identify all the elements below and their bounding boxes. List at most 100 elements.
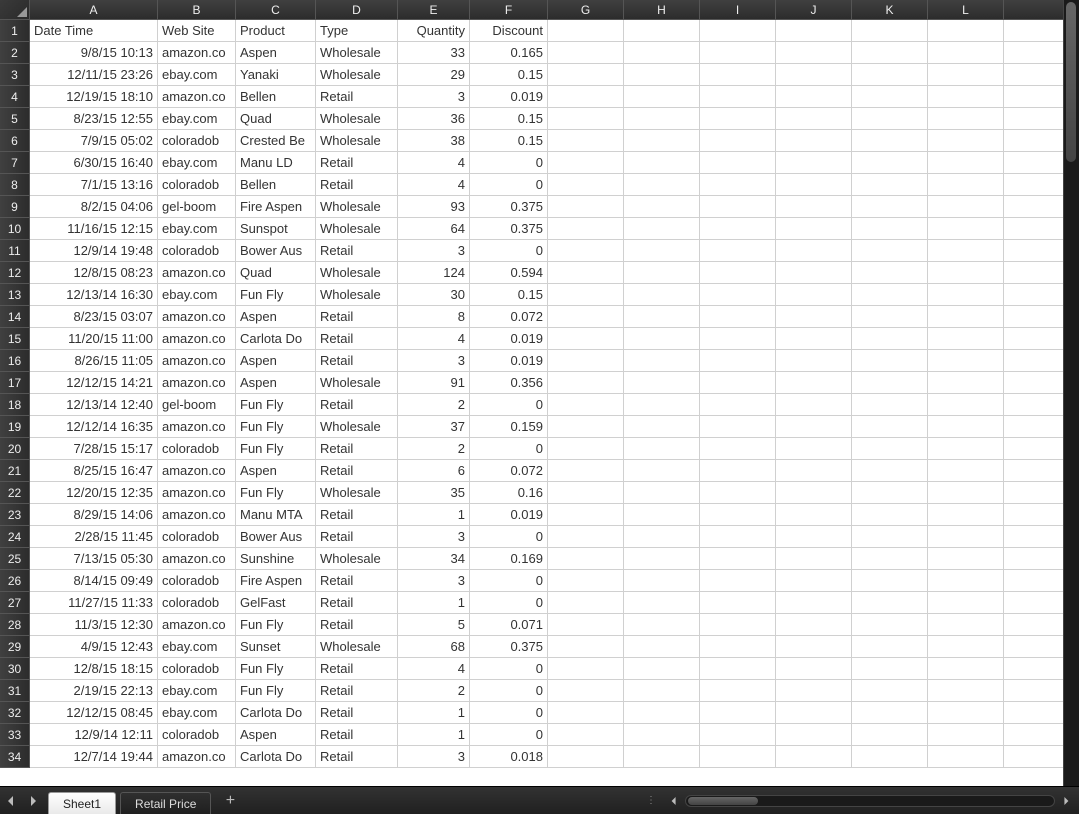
- cell-G1[interactable]: [548, 20, 624, 41]
- cell-C23[interactable]: Manu MTA: [236, 504, 316, 525]
- cell-J33[interactable]: [776, 724, 852, 745]
- cells-region[interactable]: Date TimeWeb SiteProductTypeQuantityDisc…: [30, 20, 1063, 786]
- vertical-scrollbar-thumb[interactable]: [1066, 2, 1076, 162]
- cell-F11[interactable]: 0: [470, 240, 548, 261]
- cell-H18[interactable]: [624, 394, 700, 415]
- cell-F19[interactable]: 0.159: [470, 416, 548, 437]
- row-header-22[interactable]: 22: [0, 482, 29, 504]
- cell-F31[interactable]: 0: [470, 680, 548, 701]
- cell-K12[interactable]: [852, 262, 928, 283]
- cell-C20[interactable]: Fun Fly: [236, 438, 316, 459]
- cell-H30[interactable]: [624, 658, 700, 679]
- cell-F9[interactable]: 0.375: [470, 196, 548, 217]
- cell-H21[interactable]: [624, 460, 700, 481]
- row-header-15[interactable]: 15: [0, 328, 29, 350]
- cell-J20[interactable]: [776, 438, 852, 459]
- cell-B12[interactable]: amazon.co: [158, 262, 236, 283]
- cell-E30[interactable]: 4: [398, 658, 470, 679]
- cell-G12[interactable]: [548, 262, 624, 283]
- horizontal-scrollbar-thumb[interactable]: [688, 797, 758, 805]
- cell-L21[interactable]: [928, 460, 1004, 481]
- cell-K6[interactable]: [852, 130, 928, 151]
- cell-C14[interactable]: Aspen: [236, 306, 316, 327]
- cell-D9[interactable]: Wholesale: [316, 196, 398, 217]
- cell-I23[interactable]: [700, 504, 776, 525]
- cell-D28[interactable]: Retail: [316, 614, 398, 635]
- cell-E25[interactable]: 34: [398, 548, 470, 569]
- cell-J9[interactable]: [776, 196, 852, 217]
- cell-K33[interactable]: [852, 724, 928, 745]
- row-header-30[interactable]: 30: [0, 658, 29, 680]
- cell-A32[interactable]: 12/12/15 08:45: [30, 702, 158, 723]
- cell-H14[interactable]: [624, 306, 700, 327]
- cell-A12[interactable]: 12/8/15 08:23: [30, 262, 158, 283]
- cell-C34[interactable]: Carlota Do: [236, 746, 316, 767]
- cell-F10[interactable]: 0.375: [470, 218, 548, 239]
- horizontal-scrollbar-track[interactable]: [685, 795, 1055, 807]
- column-header-G[interactable]: G: [548, 0, 624, 19]
- cell-E31[interactable]: 2: [398, 680, 470, 701]
- cell-C22[interactable]: Fun Fly: [236, 482, 316, 503]
- cell-J29[interactable]: [776, 636, 852, 657]
- cell-E24[interactable]: 3: [398, 526, 470, 547]
- cell-K24[interactable]: [852, 526, 928, 547]
- cell-D27[interactable]: Retail: [316, 592, 398, 613]
- cell-K13[interactable]: [852, 284, 928, 305]
- cell-A6[interactable]: 7/9/15 05:02: [30, 130, 158, 151]
- cell-L11[interactable]: [928, 240, 1004, 261]
- cell-F26[interactable]: 0: [470, 570, 548, 591]
- cell-L30[interactable]: [928, 658, 1004, 679]
- row-header-23[interactable]: 23: [0, 504, 29, 526]
- cell-L9[interactable]: [928, 196, 1004, 217]
- cell-E21[interactable]: 6: [398, 460, 470, 481]
- cell-E14[interactable]: 8: [398, 306, 470, 327]
- cell-F23[interactable]: 0.019: [470, 504, 548, 525]
- column-header-L[interactable]: L: [928, 0, 1004, 19]
- cell-J23[interactable]: [776, 504, 852, 525]
- cell-B24[interactable]: coloradob: [158, 526, 236, 547]
- cell-J14[interactable]: [776, 306, 852, 327]
- cell-B14[interactable]: amazon.co: [158, 306, 236, 327]
- cell-G5[interactable]: [548, 108, 624, 129]
- row-header-1[interactable]: 1: [0, 20, 29, 42]
- cell-G18[interactable]: [548, 394, 624, 415]
- cell-L26[interactable]: [928, 570, 1004, 591]
- select-all-corner[interactable]: [0, 0, 30, 20]
- cell-F1[interactable]: Discount: [470, 20, 548, 41]
- row-header-9[interactable]: 9: [0, 196, 29, 218]
- cell-E18[interactable]: 2: [398, 394, 470, 415]
- cell-A7[interactable]: 6/30/15 16:40: [30, 152, 158, 173]
- cell-K8[interactable]: [852, 174, 928, 195]
- cell-J22[interactable]: [776, 482, 852, 503]
- cell-E8[interactable]: 4: [398, 174, 470, 195]
- cell-L22[interactable]: [928, 482, 1004, 503]
- column-header-K[interactable]: K: [852, 0, 928, 19]
- cell-K14[interactable]: [852, 306, 928, 327]
- cell-F12[interactable]: 0.594: [470, 262, 548, 283]
- cell-F5[interactable]: 0.15: [470, 108, 548, 129]
- cell-H25[interactable]: [624, 548, 700, 569]
- cell-H27[interactable]: [624, 592, 700, 613]
- cell-L16[interactable]: [928, 350, 1004, 371]
- cell-L32[interactable]: [928, 702, 1004, 723]
- cell-L7[interactable]: [928, 152, 1004, 173]
- cell-K1[interactable]: [852, 20, 928, 41]
- cell-J30[interactable]: [776, 658, 852, 679]
- cell-L18[interactable]: [928, 394, 1004, 415]
- row-header-14[interactable]: 14: [0, 306, 29, 328]
- cell-I21[interactable]: [700, 460, 776, 481]
- cell-H13[interactable]: [624, 284, 700, 305]
- cell-D23[interactable]: Retail: [316, 504, 398, 525]
- cell-J19[interactable]: [776, 416, 852, 437]
- cell-E33[interactable]: 1: [398, 724, 470, 745]
- cell-I32[interactable]: [700, 702, 776, 723]
- cell-D6[interactable]: Wholesale: [316, 130, 398, 151]
- cell-A22[interactable]: 12/20/15 12:35: [30, 482, 158, 503]
- cell-F2[interactable]: 0.165: [470, 42, 548, 63]
- cell-H7[interactable]: [624, 152, 700, 173]
- cell-L15[interactable]: [928, 328, 1004, 349]
- cell-C19[interactable]: Fun Fly: [236, 416, 316, 437]
- cell-E20[interactable]: 2: [398, 438, 470, 459]
- cell-D34[interactable]: Retail: [316, 746, 398, 767]
- cell-D29[interactable]: Wholesale: [316, 636, 398, 657]
